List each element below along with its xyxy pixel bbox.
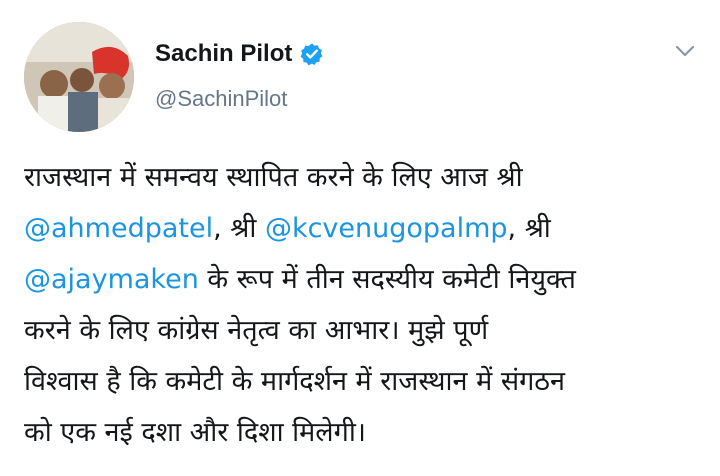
tweet-text-segment: , श्री	[507, 213, 551, 244]
tweet-text: राजस्थान में समन्वय स्थापित करने के लिए …	[24, 152, 708, 458]
tweet-text-segment: विश्वास है कि कमेटी के मार्गदर्शन में रा…	[24, 366, 565, 397]
tweet-line-1: राजस्थान में समन्वय स्थापित करने के लिए …	[24, 152, 708, 203]
user-handle[interactable]: @SachinPilot	[155, 86, 287, 112]
tweet-card: Sachin Pilot @SachinPilot राजस्थान में स…	[0, 0, 720, 476]
display-name[interactable]: Sachin Pilot	[155, 40, 292, 68]
tweet-line-4: करने के लिए कांग्रेस नेतृत्व का आभार। मु…	[24, 305, 708, 356]
author-row: Sachin Pilot	[155, 40, 324, 68]
avatar[interactable]	[24, 22, 134, 132]
mention-link-ajaymaken[interactable]: @ajaymaken	[24, 264, 199, 295]
verified-badge-icon	[300, 42, 324, 66]
tweet-text-segment: के रूप में तीन सदस्यीय कमेटी नियुक्त	[198, 264, 576, 295]
avatar-photo	[24, 22, 134, 132]
tweet-line-5: विश्वास है कि कमेटी के मार्गदर्शन में रा…	[24, 356, 708, 407]
mention-link-kcvenugopalmp[interactable]: @kcvenugopalmp	[265, 213, 508, 244]
mention-link-ahmedpatel[interactable]: @ahmedpatel	[24, 213, 213, 244]
tweet-text-segment: , श्री	[213, 213, 265, 244]
tweet-text-segment: को एक नई दशा और दिशा मिलेगी।	[24, 417, 367, 448]
tweet-line-2: @ahmedpatel, श्री @kcvenugopalmp, श्री	[24, 203, 708, 254]
tweet-line-3: @ajaymaken के रूप में तीन सदस्यीय कमेटी …	[24, 254, 708, 305]
chevron-down-icon[interactable]	[668, 36, 702, 66]
tweet-line-6: को एक नई दशा और दिशा मिलेगी।	[24, 407, 708, 458]
tweet-text-segment: राजस्थान में समन्वय स्थापित करने के लिए …	[24, 162, 523, 193]
tweet-text-segment: करने के लिए कांग्रेस नेतृत्व का आभार। मु…	[24, 315, 489, 346]
